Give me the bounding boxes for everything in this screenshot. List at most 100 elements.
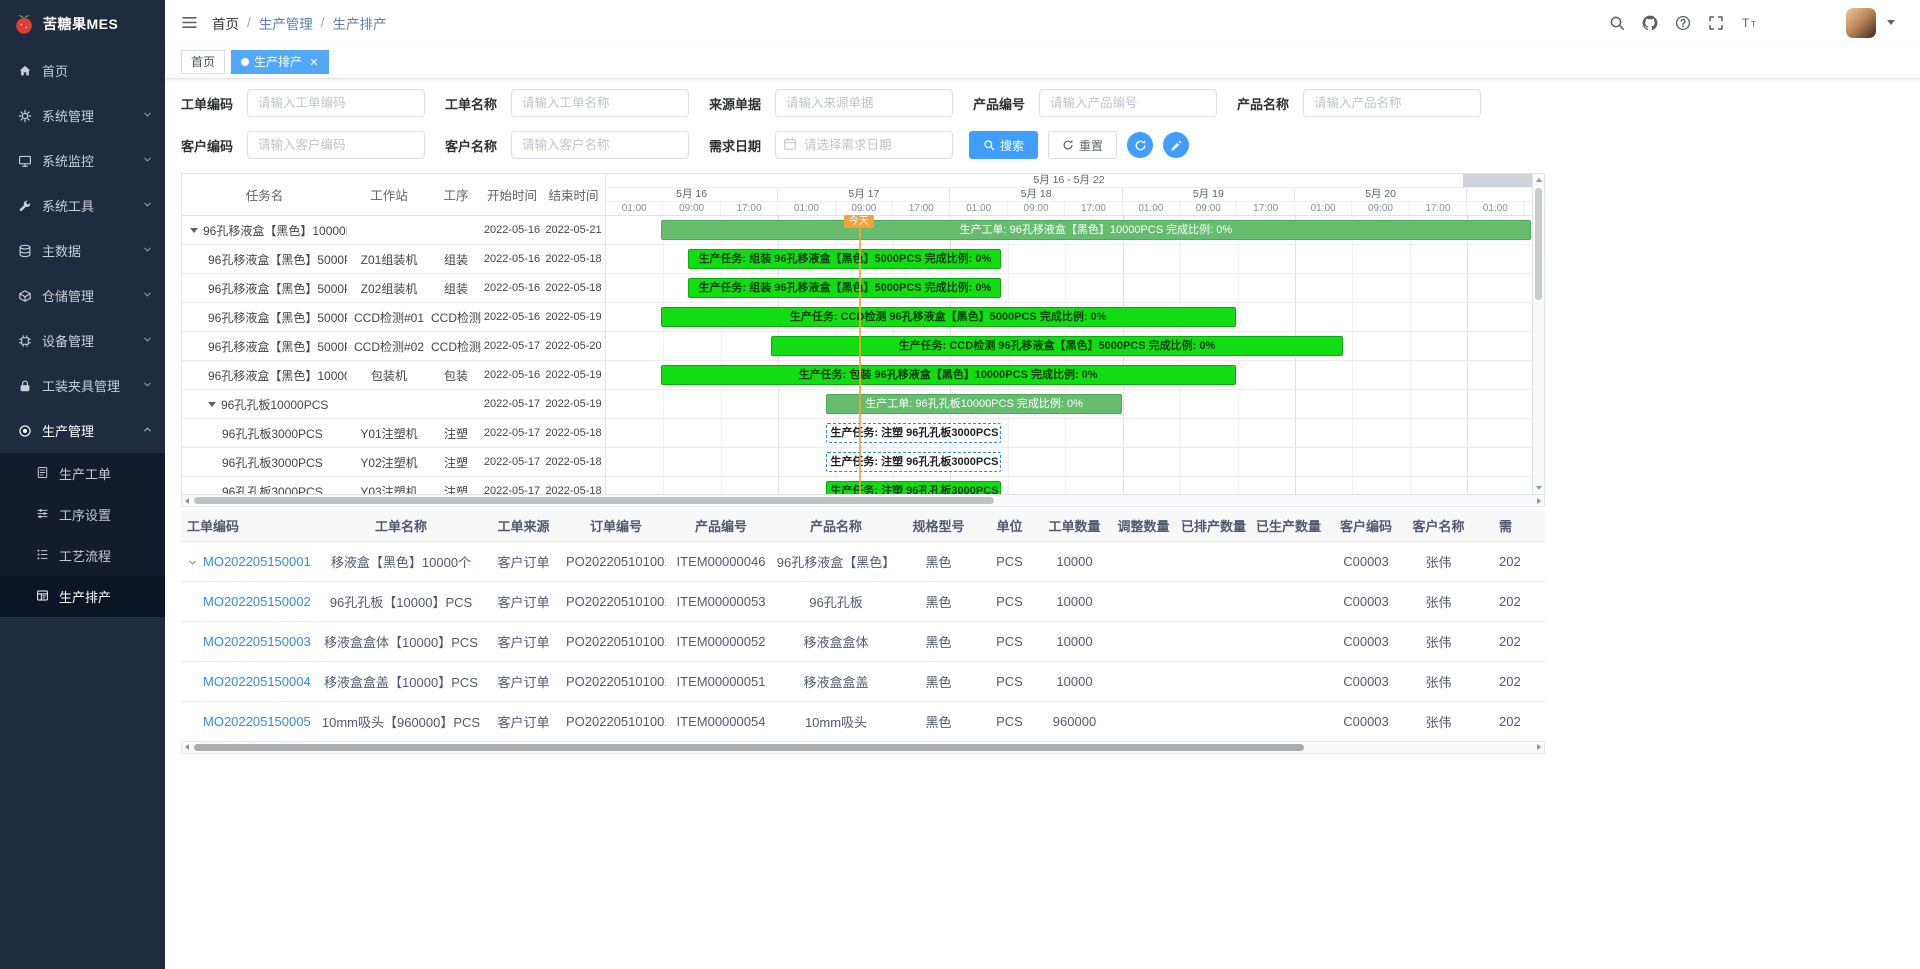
gantt-bar-selected[interactable]: 生产任务: 注塑 96孔孔板3000PCS 完成比例: 0%	[826, 423, 1001, 443]
product-no-input[interactable]	[1039, 89, 1217, 117]
gantt-bar-task[interactable]: 生产任务: CCD检测 96孔移液盒【黑色】5000PCS 完成比例: 0%	[771, 336, 1343, 356]
cell-source: 客户订单	[481, 661, 566, 701]
today-marker-label: 今天	[844, 215, 874, 228]
breadcrumb-item-home[interactable]: 首页	[212, 13, 239, 33]
expand-arrow-icon[interactable]	[190, 228, 198, 233]
font-size-icon[interactable]: TT	[1741, 15, 1757, 31]
fullscreen-icon[interactable]	[1708, 15, 1724, 31]
gantt-task-name: 96孔孔板3000PCS	[222, 454, 323, 471]
gantt-bar-task[interactable]: 生产任务: 注塑 96孔孔板3000PCS 完成比例: 0%	[826, 481, 1001, 494]
customer-name-input[interactable]	[511, 131, 689, 159]
gantt-horizontal-scrollbar[interactable]	[181, 495, 1545, 507]
demand-date-input[interactable]	[775, 131, 953, 159]
cell-order_no: PO202205101001	[566, 581, 666, 621]
gantt-grid-row: 96孔移液盒【黑色】5000PCSCCD检测#01CCD检测2022-05-16…	[182, 303, 605, 332]
chevron-down-icon[interactable]	[1887, 20, 1895, 25]
breadcrumb-item-production-management[interactable]: 生产管理	[259, 13, 313, 33]
sidebar-toggle-icon[interactable]	[181, 14, 198, 31]
work-order-link[interactable]: MO202205150001	[203, 554, 311, 569]
gantt-bar-project[interactable]: 生产工单: 96孔移液盒【黑色】10000PCS 完成比例: 0%	[661, 220, 1531, 240]
reset-button[interactable]: 重置	[1048, 131, 1117, 159]
work-order-link[interactable]: MO202205150004	[203, 674, 311, 689]
gantt-bar-task[interactable]: 生产任务: 组装 96孔移液盒【黑色】5000PCS 完成比例: 0%	[688, 249, 1001, 269]
sidebar-item-system-monitor[interactable]: 系统监控	[0, 138, 165, 183]
cell-code: MO202205150002	[181, 581, 321, 621]
sidebar-item-tooling-management[interactable]: 工装夹具管理	[0, 363, 165, 408]
sidebar-subitem-production-work-order[interactable]: 生产工单	[0, 453, 165, 494]
sidebar-item-system-management[interactable]: 系统管理	[0, 93, 165, 138]
work-order-name-input[interactable]	[511, 89, 689, 117]
scroll-left-icon[interactable]	[185, 744, 189, 750]
sidebar-item-home[interactable]: 首页	[0, 48, 165, 93]
table-horizontal-scrollbar-thumb[interactable]	[194, 744, 1304, 751]
close-icon[interactable]	[309, 57, 319, 67]
gantt-task-name-cell: 96孔移液盒【黑色】5000PCS	[182, 338, 347, 355]
scroll-right-icon[interactable]	[1537, 498, 1541, 504]
tags-view: 首页 生产排产	[165, 45, 1920, 79]
gantt-horizontal-scrollbar-thumb[interactable]	[194, 497, 994, 504]
search-button[interactable]: 搜索	[969, 131, 1038, 159]
gantt-column-header-3: 开始时间	[481, 185, 543, 204]
gantt-bar-task[interactable]: 生产任务: CCD检测 96孔移液盒【黑色】5000PCS 完成比例: 0%	[661, 307, 1236, 327]
table-horizontal-scrollbar[interactable]	[181, 742, 1545, 754]
scroll-left-icon[interactable]	[185, 498, 189, 504]
sidebar-item-system-tools[interactable]: 系统工具	[0, 183, 165, 228]
work-order-link[interactable]: MO202205150005	[203, 714, 311, 729]
sidebar-item-label: 首页	[42, 61, 153, 80]
gantt-day-row: 5月 165月 175月 185月 195月 20	[606, 188, 1532, 202]
cell-demand_date: 202	[1471, 581, 1545, 621]
gantt-start-cell: 2022-05-16	[481, 369, 543, 381]
gantt-task-name-cell: 96孔移液盒【黑色】5000PCS	[182, 309, 347, 326]
row-chevron-down-icon[interactable]	[187, 557, 198, 568]
gantt-timeline-row: 生产任务: 注塑 96孔孔板3000PCS 完成比例: 0%	[606, 448, 1532, 477]
cell-product_name: 96孔孔板	[776, 581, 896, 621]
sidebar-item-equipment-management[interactable]: 设备管理	[0, 318, 165, 363]
sidebar-item-master-data[interactable]: 主数据	[0, 228, 165, 273]
source-doc-input[interactable]	[775, 89, 953, 117]
gantt-hour-label: 09:00	[836, 202, 893, 215]
gantt-vertical-scrollbar-thumb[interactable]	[1535, 188, 1542, 300]
tab-production-schedule[interactable]: 生产排产	[231, 50, 329, 74]
gantt-vertical-scrollbar[interactable]	[1532, 174, 1544, 494]
gantt-station-cell: Y03注塑机	[347, 483, 431, 495]
scroll-up-icon[interactable]	[1536, 178, 1542, 182]
product-name-input[interactable]	[1303, 89, 1481, 117]
gantt-column-header-4: 结束时间	[543, 185, 604, 204]
customer-code-input[interactable]	[247, 131, 425, 159]
sidebar-item-label: 系统管理	[42, 106, 132, 125]
work-order-link[interactable]: MO202205150003	[203, 634, 311, 649]
chevron-down-icon	[142, 378, 153, 393]
avatar[interactable]	[1846, 8, 1876, 38]
sidebar-subitem-process-flow[interactable]: 工艺流程	[0, 535, 165, 576]
gantt-bar-task[interactable]: 生产任务: 组装 96孔移液盒【黑色】5000PCS 完成比例: 0%	[688, 278, 1001, 298]
cell-scheduled_qty	[1176, 541, 1251, 581]
tab-home[interactable]: 首页	[181, 50, 225, 74]
breadcrumb-item-production-schedule[interactable]: 生产排产	[333, 13, 387, 33]
sidebar-item-warehouse-management[interactable]: 仓储管理	[0, 273, 165, 318]
sidebar-menu: 首页系统管理系统监控系统工具主数据仓储管理设备管理工装夹具管理生产管理生产工单工…	[0, 48, 165, 969]
sidebar-subitem-production-schedule[interactable]: 生产排产	[0, 576, 165, 617]
search-icon[interactable]	[1609, 15, 1625, 31]
gantt-bar-task[interactable]: 生产任务: 包装 96孔移液盒【黑色】10000PCS 完成比例: 0%	[661, 365, 1236, 385]
help-icon[interactable]	[1675, 15, 1691, 31]
sidebar-item-production-management[interactable]: 生产管理	[0, 408, 165, 453]
sidebar-subitem-process-settings[interactable]: 工序设置	[0, 494, 165, 535]
gantt-day-filler	[1467, 188, 1532, 201]
gantt-bar-selected[interactable]: 生产任务: 注塑 96孔孔板3000PCS 完成比例: 0%	[826, 452, 1001, 472]
gantt-bar-project[interactable]: 生产工单: 96孔孔板10000PCS 完成比例: 0%	[826, 394, 1121, 414]
sync-button[interactable]	[1127, 132, 1153, 158]
expand-arrow-icon[interactable]	[208, 402, 216, 407]
today-marker-line	[859, 216, 861, 494]
filter-demand-date: 需求日期	[709, 131, 953, 159]
github-icon[interactable]	[1642, 15, 1658, 31]
cell-name: 10mm吸头【960000】PCS	[321, 701, 481, 741]
edit-button[interactable]	[1163, 132, 1189, 158]
scroll-down-icon[interactable]	[1536, 486, 1542, 490]
work-order-link[interactable]: MO202205150002	[203, 594, 311, 609]
gantt-task-name: 96孔孔板10000PCS	[221, 396, 328, 413]
gantt-timeline-row: 生产任务: CCD检测 96孔移液盒【黑色】5000PCS 完成比例: 0%	[606, 332, 1532, 361]
scroll-right-icon[interactable]	[1537, 744, 1541, 750]
work-order-code-input[interactable]	[247, 89, 425, 117]
sidebar-subitem-label: 工艺流程	[59, 546, 111, 565]
chevron-down-icon	[142, 198, 153, 213]
